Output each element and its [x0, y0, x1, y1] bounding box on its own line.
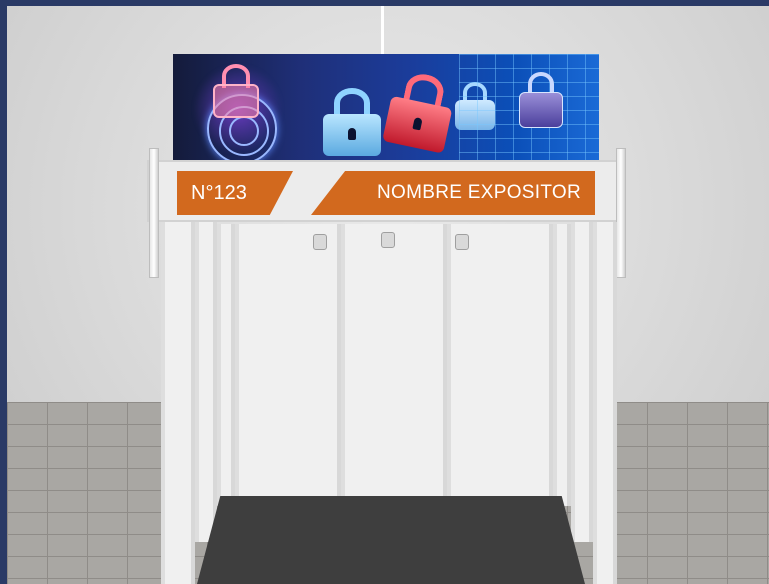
circuit-lock-icon [519, 72, 563, 130]
booth-render-scene: N°123 NOMBRE EXPOSITOR [7, 6, 769, 584]
spotlight-left [313, 234, 327, 250]
back-panel-center [341, 224, 447, 498]
padlock-icon-red [382, 68, 458, 155]
padlock-icon-blue [323, 88, 381, 158]
lock-icon-left [213, 64, 259, 120]
exhibitor-name-sign: NOMBRE EXPOSITOR [311, 171, 595, 215]
back-panel-right [447, 224, 553, 498]
left-side-panel-1 [161, 222, 195, 584]
back-panel-left [235, 224, 341, 498]
right-top-post [616, 148, 626, 278]
spotlight-right [455, 234, 469, 250]
left-side-panel-3 [217, 224, 235, 506]
left-top-post [149, 148, 159, 278]
right-side-panel-3 [553, 224, 571, 506]
booth-carpet [197, 496, 585, 584]
cybersecurity-banner [173, 54, 599, 163]
spotlight-center [381, 232, 395, 248]
exhibitor-name-text: NOMBRE EXPOSITOR [377, 182, 581, 203]
right-side-panel-2 [571, 222, 593, 542]
right-side-panel-1 [593, 222, 617, 584]
image-frame: N°123 NOMBRE EXPOSITOR [0, 0, 769, 584]
booth-number-text: N°123 [191, 181, 247, 204]
left-side-panel-2 [195, 222, 217, 542]
